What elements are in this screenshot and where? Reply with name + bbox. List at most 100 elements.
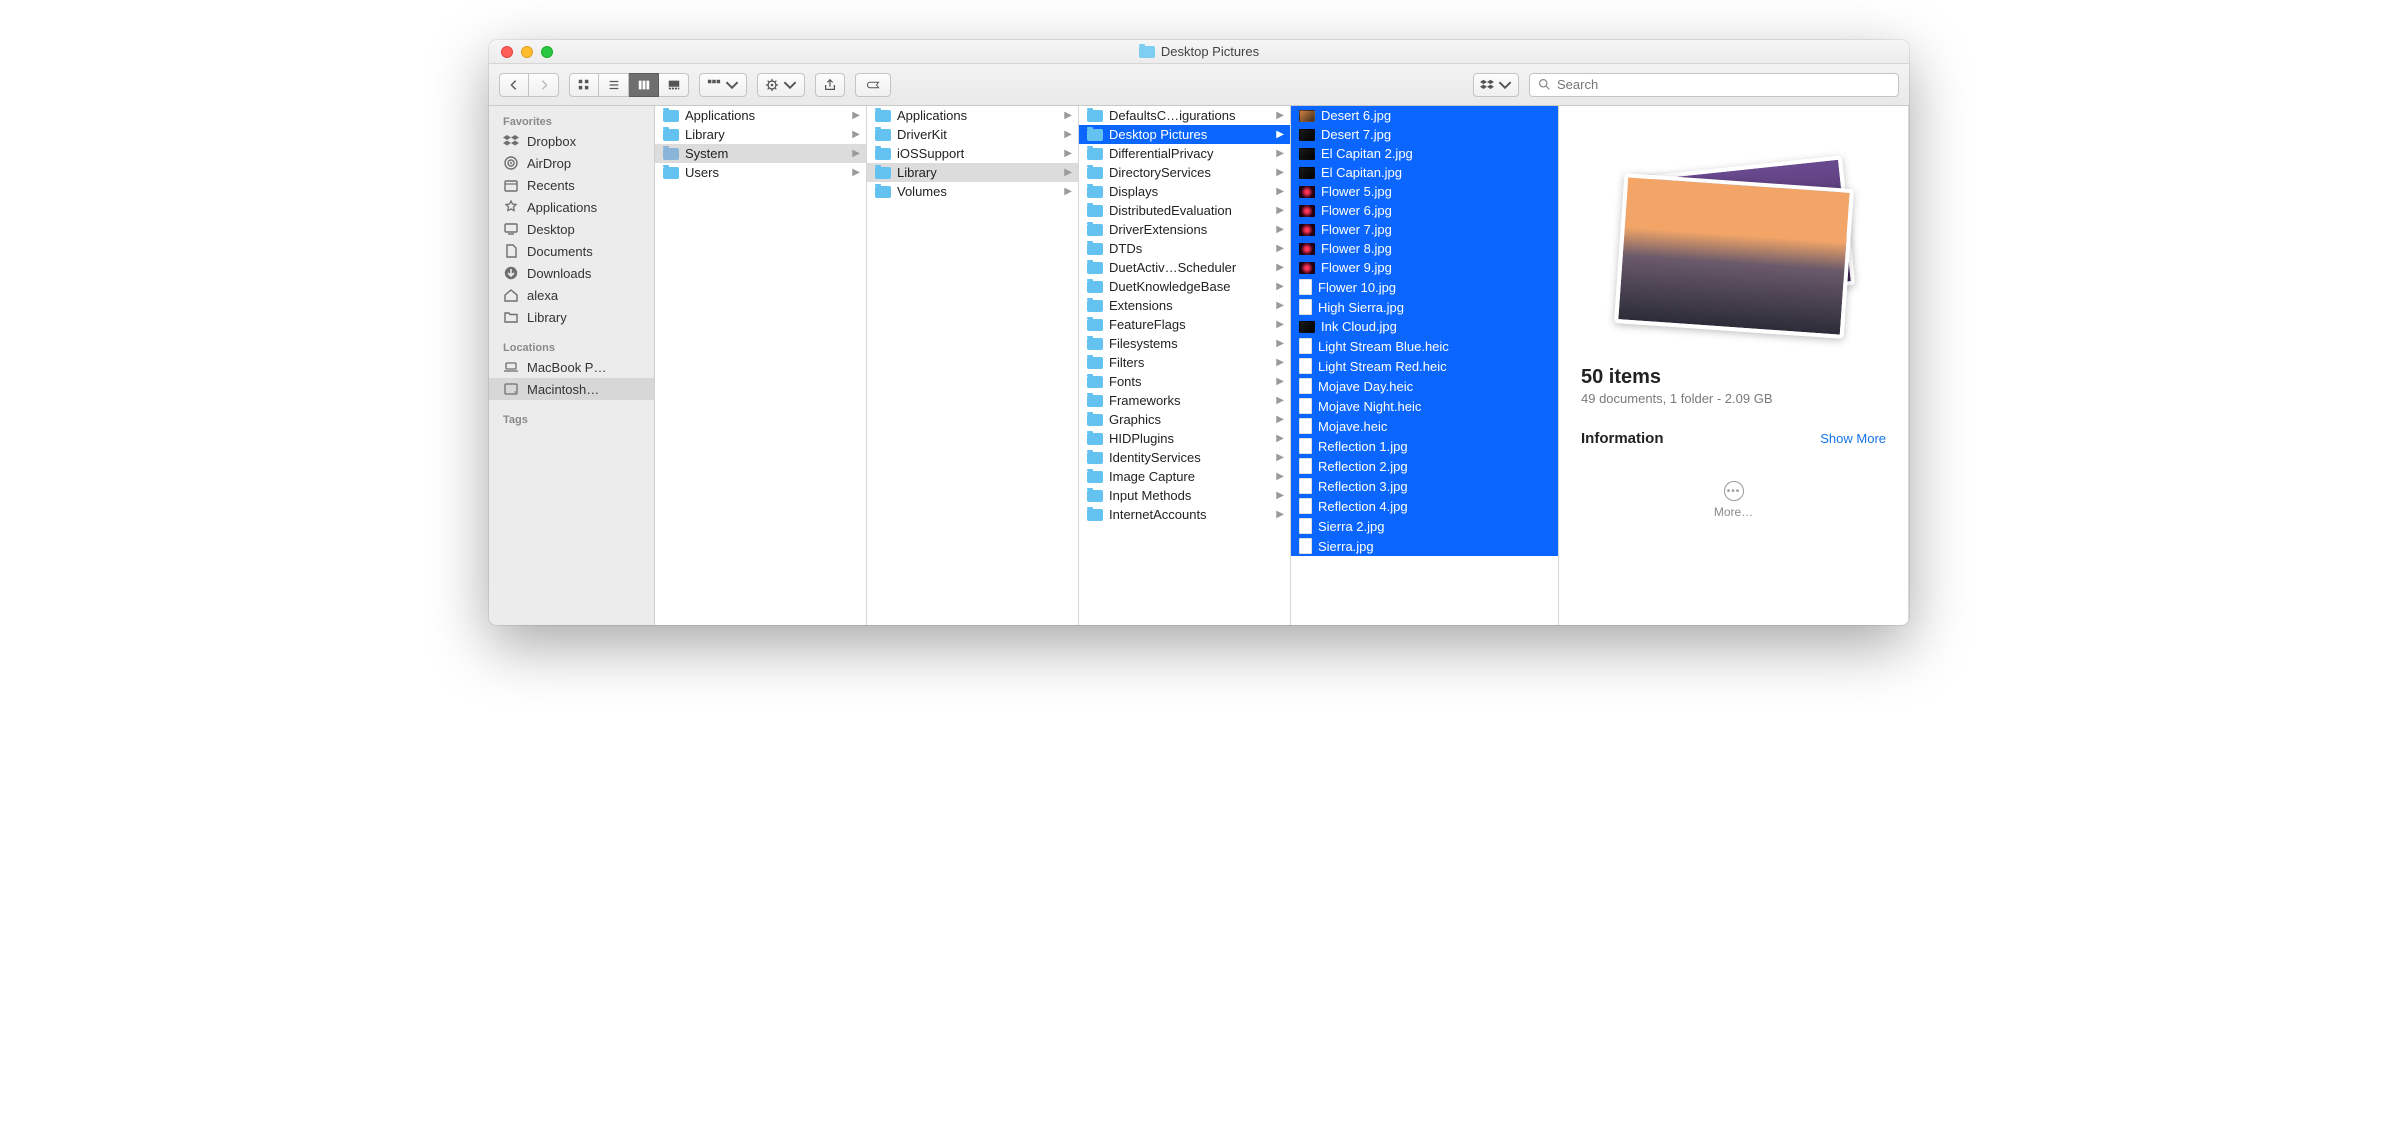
list-item[interactable]: Flower 7.jpg: [1291, 220, 1558, 239]
sidebar-item-documents[interactable]: Documents: [489, 240, 654, 262]
list-item[interactable]: Input Methods▶: [1079, 486, 1290, 505]
minimize-button[interactable]: [521, 46, 533, 58]
list-item[interactable]: IdentityServices▶: [1079, 448, 1290, 467]
preview-info-label: Information: [1581, 430, 1664, 447]
action-button[interactable]: [757, 73, 805, 97]
sidebar-section-favorites: Favorites: [489, 112, 654, 130]
list-view-button[interactable]: [599, 73, 629, 97]
gallery-view-button[interactable]: [659, 73, 689, 97]
sidebar-item-applications[interactable]: Applications: [489, 196, 654, 218]
list-item[interactable]: Graphics▶: [1079, 410, 1290, 429]
list-item[interactable]: DTDs▶: [1079, 239, 1290, 258]
back-button[interactable]: [499, 73, 529, 97]
list-item[interactable]: DuetKnowledgeBase▶: [1079, 277, 1290, 296]
list-item[interactable]: Image Capture▶: [1079, 467, 1290, 486]
list-item[interactable]: Desktop Pictures▶: [1079, 125, 1290, 144]
list-item[interactable]: Applications▶: [655, 106, 866, 125]
list-item[interactable]: Mojave Night.heic: [1291, 396, 1558, 416]
list-item[interactable]: Displays▶: [1079, 182, 1290, 201]
sidebar-item-macintosh-[interactable]: Macintosh…: [489, 378, 654, 400]
sidebar-item-library[interactable]: Library: [489, 306, 654, 328]
list-item[interactable]: Library▶: [867, 163, 1078, 182]
list-item[interactable]: Reflection 1.jpg: [1291, 436, 1558, 456]
preview-title: 50 items: [1581, 366, 1886, 389]
sidebar-item-desktop[interactable]: Desktop: [489, 218, 654, 240]
list-item[interactable]: Flower 8.jpg: [1291, 239, 1558, 258]
column-3[interactable]: DefaultsC…igurations▶Desktop Pictures▶Di…: [1079, 106, 1291, 625]
list-item[interactable]: Flower 10.jpg: [1291, 277, 1558, 297]
sidebar-item-airdrop[interactable]: AirDrop: [489, 152, 654, 174]
preview-thumbnail: [1609, 166, 1859, 336]
list-item[interactable]: Fonts▶: [1079, 372, 1290, 391]
list-item[interactable]: DuetActiv…Scheduler▶: [1079, 258, 1290, 277]
dropbox-button[interactable]: [1473, 73, 1519, 97]
list-item[interactable]: El Capitan.jpg: [1291, 163, 1558, 182]
list-item[interactable]: Reflection 2.jpg: [1291, 456, 1558, 476]
titlebar: Desktop Pictures: [489, 40, 1909, 64]
column-2[interactable]: Applications▶DriverKit▶iOSSupport▶Librar…: [867, 106, 1079, 625]
more-actions[interactable]: ••• More…: [1581, 481, 1886, 519]
list-item[interactable]: Reflection 4.jpg: [1291, 496, 1558, 516]
sidebar-item-downloads[interactable]: Downloads: [489, 262, 654, 284]
search-input[interactable]: [1557, 77, 1890, 92]
list-item[interactable]: DriverKit▶: [867, 125, 1078, 144]
column-1[interactable]: Applications▶Library▶System▶Users▶: [655, 106, 867, 625]
maximize-button[interactable]: [541, 46, 553, 58]
list-item[interactable]: Flower 6.jpg: [1291, 201, 1558, 220]
list-item[interactable]: Sierra 2.jpg: [1291, 516, 1558, 536]
list-item[interactable]: Applications▶: [867, 106, 1078, 125]
share-button[interactable]: [815, 73, 845, 97]
list-item[interactable]: El Capitan 2.jpg: [1291, 144, 1558, 163]
group-by-button[interactable]: [699, 73, 747, 97]
list-item[interactable]: DriverExtensions▶: [1079, 220, 1290, 239]
finder-body: Favorites DropboxAirDropRecentsApplicati…: [489, 106, 1909, 625]
list-item[interactable]: FeatureFlags▶: [1079, 315, 1290, 334]
list-item[interactable]: Reflection 3.jpg: [1291, 476, 1558, 496]
list-item[interactable]: Sierra.jpg: [1291, 536, 1558, 556]
sidebar-item-recents[interactable]: Recents: [489, 174, 654, 196]
sidebar-item-dropbox[interactable]: Dropbox: [489, 130, 654, 152]
list-item[interactable]: DefaultsC…igurations▶: [1079, 106, 1290, 125]
list-item[interactable]: Light Stream Blue.heic: [1291, 336, 1558, 356]
list-item[interactable]: InternetAccounts▶: [1079, 505, 1290, 524]
icon-view-button[interactable]: [569, 73, 599, 97]
list-item[interactable]: DistributedEvaluation▶: [1079, 201, 1290, 220]
list-item[interactable]: High Sierra.jpg: [1291, 297, 1558, 317]
sidebar: Favorites DropboxAirDropRecentsApplicati…: [489, 106, 655, 625]
list-item[interactable]: Light Stream Red.heic: [1291, 356, 1558, 376]
forward-button[interactable]: [529, 73, 559, 97]
search-field[interactable]: [1529, 73, 1899, 97]
preview-pane: 50 items 49 documents, 1 folder - 2.09 G…: [1559, 106, 1909, 625]
list-item[interactable]: DirectoryServices▶: [1079, 163, 1290, 182]
column-browser: Applications▶Library▶System▶Users▶ Appli…: [655, 106, 1909, 625]
list-item[interactable]: Ink Cloud.jpg: [1291, 317, 1558, 336]
close-button[interactable]: [501, 46, 513, 58]
nav-buttons: [499, 73, 559, 97]
sidebar-item-alexa[interactable]: alexa: [489, 284, 654, 306]
list-item[interactable]: System▶: [655, 144, 866, 163]
list-item[interactable]: Mojave.heic: [1291, 416, 1558, 436]
list-item[interactable]: Desert 7.jpg: [1291, 125, 1558, 144]
show-more-link[interactable]: Show More: [1820, 431, 1886, 446]
list-item[interactable]: Filters▶: [1079, 353, 1290, 372]
list-item[interactable]: Flower 5.jpg: [1291, 182, 1558, 201]
list-item[interactable]: DifferentialPrivacy▶: [1079, 144, 1290, 163]
sidebar-item-macbook-p-[interactable]: MacBook P…: [489, 356, 654, 378]
list-item[interactable]: Flower 9.jpg: [1291, 258, 1558, 277]
view-buttons: [569, 73, 689, 97]
column-view-button[interactable]: [629, 73, 659, 97]
sidebar-section-tags: Tags: [489, 410, 654, 428]
list-item[interactable]: Users▶: [655, 163, 866, 182]
list-item[interactable]: Extensions▶: [1079, 296, 1290, 315]
sidebar-section-locations: Locations: [489, 338, 654, 356]
list-item[interactable]: Filesystems▶: [1079, 334, 1290, 353]
list-item[interactable]: Library▶: [655, 125, 866, 144]
list-item[interactable]: Desert 6.jpg: [1291, 106, 1558, 125]
list-item[interactable]: Mojave Day.heic: [1291, 376, 1558, 396]
list-item[interactable]: Volumes▶: [867, 182, 1078, 201]
list-item[interactable]: Frameworks▶: [1079, 391, 1290, 410]
list-item[interactable]: HIDPlugins▶: [1079, 429, 1290, 448]
column-4[interactable]: Desert 6.jpgDesert 7.jpgEl Capitan 2.jpg…: [1291, 106, 1559, 625]
tags-button[interactable]: [855, 73, 891, 97]
list-item[interactable]: iOSSupport▶: [867, 144, 1078, 163]
